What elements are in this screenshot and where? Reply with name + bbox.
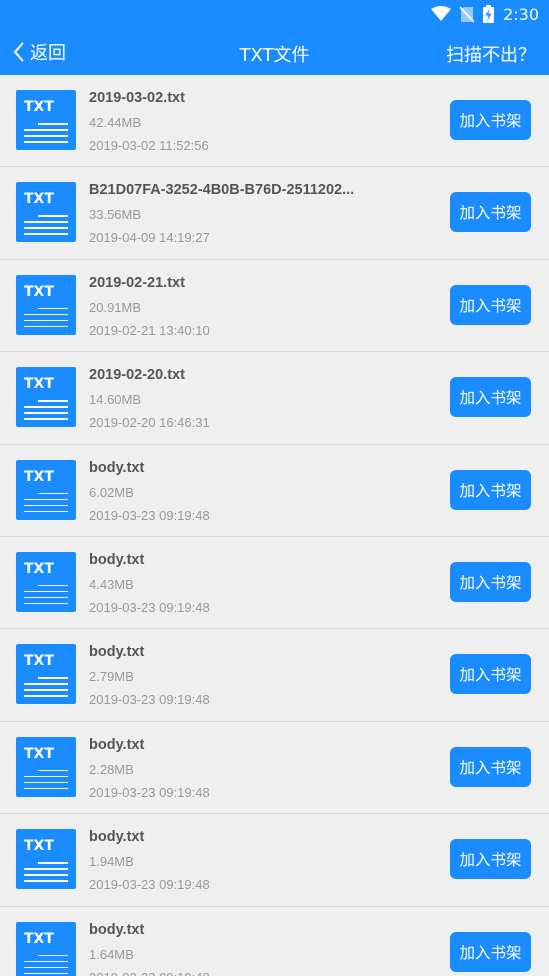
file-date: 2019-04-09 14:19:27 <box>89 230 210 246</box>
file-row: TXT body.txt 4.43MB 2019-03-23 09:19:48 … <box>0 537 549 630</box>
file-name: body.txt <box>89 921 145 938</box>
back-label: 返回 <box>30 43 66 64</box>
file-list: TXT 2019-03-02.txt 42.44MB 2019-03-02 11… <box>0 75 549 976</box>
file-date: 2019-03-23 09:19:48 <box>89 599 210 615</box>
file-row: TXT body.txt 2.28MB 2019-03-23 09:19:48 … <box>0 722 549 815</box>
file-size: 4.43MB <box>89 576 134 592</box>
txt-file-icon: TXT <box>16 367 76 428</box>
file-date: 2019-03-23 09:19:48 <box>89 877 210 893</box>
txt-file-icon: TXT <box>16 274 76 335</box>
file-row: TXT body.txt 2.79MB 2019-03-23 09:19:48 … <box>0 629 549 722</box>
file-date: 2019-02-20 16:46:31 <box>89 415 210 431</box>
scan-help-link[interactable]: 扫描不出？ <box>446 41 536 67</box>
file-name: body.txt <box>89 829 145 846</box>
file-row: TXT 2019-03-02.txt 42.44MB 2019-03-02 11… <box>0 75 549 168</box>
file-type-label: TXT <box>24 930 54 947</box>
file-name: body.txt <box>89 644 145 661</box>
add-to-shelf-button[interactable]: 加入书架 <box>450 377 531 418</box>
file-size: 1.64MB <box>89 946 134 962</box>
file-row: TXT body.txt 1.64MB 2019-03-23 09:19:48 … <box>0 907 549 976</box>
file-date: 2019-03-23 09:19:48 <box>89 507 210 523</box>
battery-charging-icon <box>483 5 495 23</box>
file-size: 2.79MB <box>89 669 134 685</box>
file-name: body.txt <box>89 736 145 753</box>
file-size: 42.44MB <box>89 115 142 130</box>
add-to-shelf-button[interactable]: 加入书架 <box>450 100 531 140</box>
add-to-shelf-button[interactable]: 加入书架 <box>450 284 531 325</box>
file-type-label: TXT <box>24 653 54 670</box>
txt-file-icon: TXT <box>16 644 76 705</box>
file-name: B21D07FA-3252-4B0B-B76D-2511202... <box>89 182 355 199</box>
add-to-shelf-button[interactable]: 加入书架 <box>450 654 531 695</box>
app-bar: 返回 TXT文件 扫描不出？ <box>0 28 549 75</box>
file-size: 20.91MB <box>89 299 142 315</box>
file-date: 2019-03-23 09:19:48 <box>89 692 210 708</box>
file-size: 33.56MB <box>89 207 142 223</box>
txt-file-icon: TXT <box>16 829 76 890</box>
file-row: TXT 2019-02-21.txt 20.91MB 2019-02-21 13… <box>0 260 549 353</box>
txt-file-icon: TXT <box>16 736 76 797</box>
add-to-shelf-button[interactable]: 加入书架 <box>450 839 531 880</box>
add-to-shelf-button[interactable]: 加入书架 <box>450 561 531 602</box>
txt-file-icon: TXT <box>16 182 76 243</box>
file-date: 2019-03-23 09:19:48 <box>89 970 210 976</box>
file-size: 14.60MB <box>89 392 142 408</box>
file-size: 6.02MB <box>89 484 134 500</box>
file-name: body.txt <box>89 551 145 568</box>
add-to-shelf-button[interactable]: 加入书架 <box>450 469 531 510</box>
file-name: 2019-03-02.txt <box>89 90 185 106</box>
txt-file-icon: TXT <box>16 459 76 520</box>
file-type-label: TXT <box>24 283 54 300</box>
file-size: 2.28MB <box>89 761 134 777</box>
file-type-label: TXT <box>24 99 54 115</box>
status-bar: 2:30 <box>0 0 549 28</box>
wifi-icon <box>431 6 452 21</box>
add-to-shelf-button[interactable]: 加入书架 <box>450 746 531 787</box>
file-type-label: TXT <box>24 376 54 393</box>
file-type-label: TXT <box>24 560 54 577</box>
file-date: 2019-03-02 11:52:56 <box>89 138 209 153</box>
no-sim-icon <box>460 5 475 23</box>
file-row: TXT body.txt 6.02MB 2019-03-23 09:19:48 … <box>0 445 549 537</box>
file-type-label: TXT <box>24 838 54 855</box>
file-size: 1.94MB <box>89 854 134 870</box>
file-name: body.txt <box>89 459 145 476</box>
file-name: 2019-02-20.txt <box>89 367 185 384</box>
txt-file-icon: TXT <box>16 551 76 612</box>
file-date: 2019-02-21 13:40:10 <box>89 322 210 338</box>
file-name: 2019-02-21.txt <box>89 274 185 291</box>
back-button[interactable]: 返回 <box>13 40 66 64</box>
file-row: TXT body.txt 1.94MB 2019-03-23 09:19:48 … <box>0 814 549 907</box>
txt-file-icon: TXT <box>16 921 76 976</box>
file-type-label: TXT <box>24 468 54 485</box>
status-time: 2:30 <box>503 4 539 24</box>
file-type-label: TXT <box>24 191 54 208</box>
file-type-label: TXT <box>24 745 54 762</box>
status-icons: 2:30 <box>431 4 539 24</box>
txt-file-icon: TXT <box>16 90 76 150</box>
file-row: TXT 2019-02-20.txt 14.60MB 2019-02-20 16… <box>0 352 549 445</box>
chevron-left-icon <box>13 42 24 62</box>
add-to-shelf-button[interactable]: 加入书架 <box>450 192 531 233</box>
file-row: TXT B21D07FA-3252-4B0B-B76D-2511202... 3… <box>0 167 549 260</box>
add-to-shelf-button[interactable]: 加入书架 <box>450 931 531 972</box>
file-date: 2019-03-23 09:19:48 <box>89 784 210 800</box>
